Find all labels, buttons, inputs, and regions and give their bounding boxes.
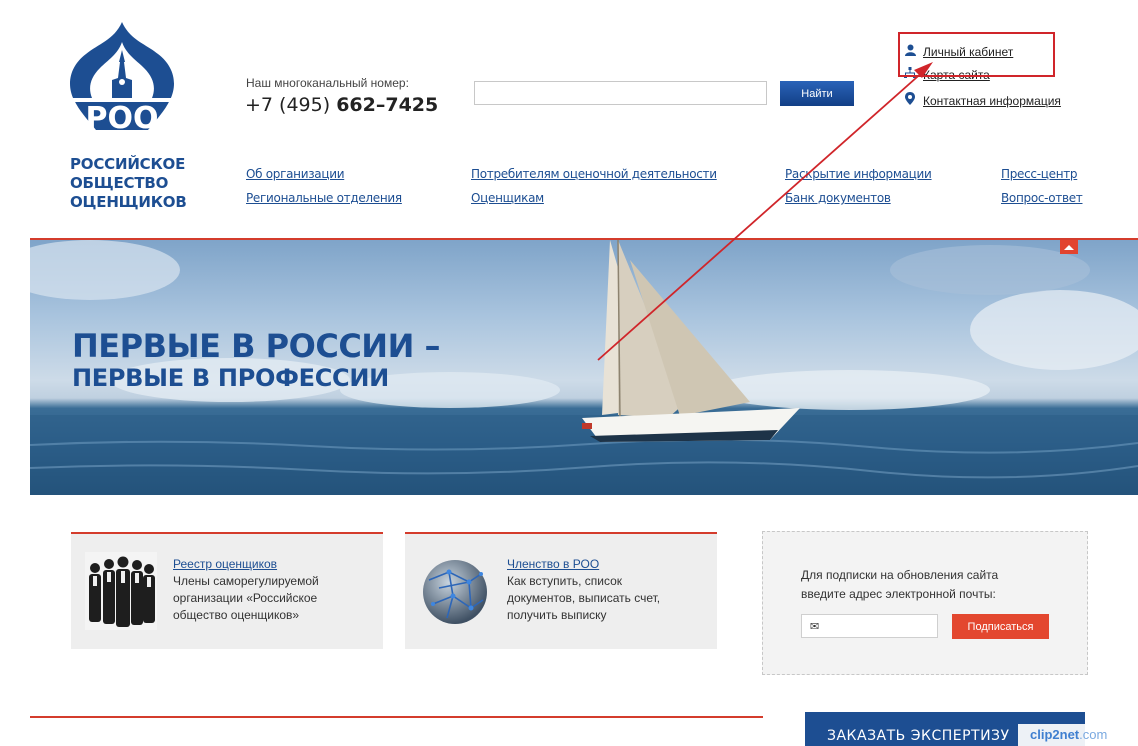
chevron-up-icon [1064,244,1074,250]
nav-consumers[interactable]: Потребителям оценочной деятельности [471,167,717,181]
search-input[interactable] [474,81,767,105]
subscribe-description: Для подписки на обновления сайта введите… [801,566,998,604]
section-divider [30,716,763,718]
subscribe-box: Для подписки на обновления сайта введите… [762,531,1088,675]
banner-line-2: ПЕРВЫЕ В ПРОФЕССИИ [72,364,389,392]
watermark-part: .com [1079,727,1108,742]
location-pin-icon [903,92,917,108]
registry-link[interactable]: Реестр оценщиков [173,557,277,571]
card-line: Члены саморегулируемой [173,574,319,588]
phone-label: Наш многоканальный номер: [246,76,409,90]
watermark-part: clip [1030,727,1053,742]
org-name-line: РОССИЙСКОЕ [70,155,186,173]
globe-network-icon [423,560,487,624]
org-name-line: ОБЩЕСТВО [70,174,169,192]
util-link-contacts[interactable]: Контактная информация [903,92,1061,108]
watermark-part: 2 [1052,727,1060,742]
people-group-photo [85,552,157,630]
membership-link[interactable]: Членство в РОО [507,557,599,571]
card-line: получить выписку [507,608,607,622]
card-membership: Членство в РОО Как вступить, список доку… [405,532,717,649]
card-text: Реестр оценщиков Члены саморегулируемой … [173,556,319,624]
nav-about[interactable]: Об организации [246,167,345,181]
annotation-highlight-box [898,32,1055,77]
card-registry: Реестр оценщиков Члены саморегулируемой … [71,532,383,649]
nav-disclosure[interactable]: Раскрытие информации [785,167,932,181]
card-line: организации «Российское [173,591,318,605]
phone-prefix: +7 (495) [245,94,331,116]
card-line: документов, выписать счет, [507,591,661,605]
watermark-part: net [1059,727,1080,742]
collapse-banner-button[interactable] [1060,240,1078,254]
envelope-icon: ✉ [810,620,820,633]
card-text: Членство в РОО Как вступить, список доку… [507,556,660,624]
nav-press[interactable]: Пресс-центр [1001,167,1078,181]
util-link-label[interactable]: Контактная информация [923,94,1061,108]
email-input[interactable]: ✉ [801,614,938,638]
roo-logo[interactable]: РОО [62,22,182,134]
search-button[interactable]: Найти [780,81,854,106]
nav-appraisers[interactable]: Оценщикам [471,191,544,205]
phone-number: +7 (495) 662–7425 [245,94,438,116]
subscribe-line: Для подписки на обновления сайта [801,568,999,582]
nav-regional[interactable]: Региональные отделения [246,191,402,205]
banner-line-1: ПЕРВЫЕ В РОССИИ – [72,327,441,365]
nav-faq[interactable]: Вопрос-ответ [1001,191,1083,205]
hero-banner: ПЕРВЫЕ В РОССИИ – ПЕРВЫЕ В ПРОФЕССИИ [30,238,1138,495]
banner-title: ПЕРВЫЕ В РОССИИ – ПЕРВЫЕ В ПРОФЕССИИ [72,327,441,392]
logo-text: РОО [86,101,159,134]
nav-documents[interactable]: Банк документов [785,191,891,205]
card-line: Как вступить, список [507,574,622,588]
phone-main: 662–7425 [336,94,439,116]
clip2net-watermark: clip2net.com [1018,724,1138,746]
org-name: РОССИЙСКОЕ ОБЩЕСТВО ОЦЕНЩИКОВ [70,155,187,212]
subscribe-button[interactable]: Подписаться [952,614,1049,639]
subscribe-line: введите адрес электронной почты: [801,587,996,601]
org-name-line: ОЦЕНЩИКОВ [70,193,187,211]
card-line: общество оценщиков» [173,608,300,622]
